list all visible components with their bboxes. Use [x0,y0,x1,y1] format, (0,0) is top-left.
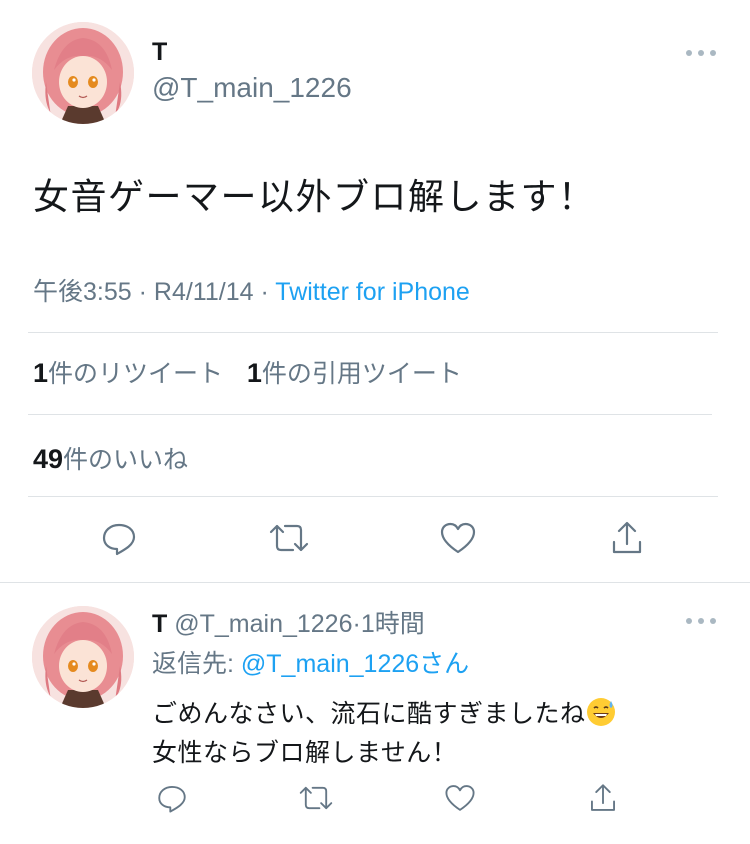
more-options-icon[interactable] [686,48,716,58]
quotes-link[interactable]: 1件の引用ツイート [246,358,462,388]
retweets-link[interactable]: 1件のリツイート [33,358,224,388]
reply-author-handle[interactable]: @T_main_1226 [174,610,352,638]
meta-separator: · [138,278,147,306]
reply-text: ごめんなさい、流石に酷すぎましたね [152,699,586,728]
grinning-sweat-emoji-icon [586,697,616,727]
reply-to-suffix[interactable]: さん [419,650,469,678]
likes-link[interactable]: 49件のいいね [33,440,188,476]
divider [28,496,718,497]
like-button[interactable] [438,778,482,822]
share-button[interactable] [605,518,649,562]
author-avatar[interactable] [32,22,134,124]
divider [28,332,718,333]
retweet-button[interactable] [294,778,338,822]
reply-header: T @T_main_1226·1時間 [152,604,425,640]
heart-icon [438,518,478,562]
retweet-label: 件のリツイート [48,359,224,388]
reply-button[interactable] [97,518,141,562]
reply-author-avatar[interactable] [32,606,134,708]
engagement-counts: 1件のリツイート 1件の引用ツイート [33,354,462,390]
divider [0,582,750,583]
reply-to-handle[interactable]: @T_main_1226 [241,650,419,678]
reply-author-name[interactable]: T [152,610,167,638]
reply-to-label: 返信先: [152,650,234,678]
tweet-meta: 午後3:55 · R4/11/14 · Twitter for iPhone [33,272,470,308]
speech-bubble-icon [99,518,139,562]
author-handle[interactable]: @T_main_1226 [152,72,352,104]
reply-time: 1時間 [360,610,425,638]
meta-separator: · [260,278,269,306]
retweet-button[interactable] [267,518,311,562]
divider [28,414,712,415]
retweet-count: 1 [33,358,49,388]
tweet-time: 午後3:55 [33,278,132,306]
reply-button[interactable] [150,778,194,822]
share-button[interactable] [581,778,625,822]
more-options-icon[interactable] [686,616,716,626]
quote-label: 件の引用ツイート [261,359,462,388]
reply-text-line-2: 女性ならブロ解しません！ [152,738,458,767]
author-name[interactable]: T [152,38,167,67]
share-upload-icon [586,781,620,819]
retweet-arrows-icon [297,781,335,819]
tweet-source-link[interactable]: Twitter for iPhone [275,278,470,306]
like-button[interactable] [436,518,480,562]
tweet-date: R4/11/14 [153,278,254,306]
retweet-arrows-icon [267,518,311,562]
reply-to-line: 返信先: @T_main_1226さん [152,644,469,680]
like-label: 件のいいね [63,445,189,474]
like-count: 49 [33,444,64,474]
reply-text-line-1: ごめんなさい、流石に酷すぎましたね [152,694,616,730]
tweet-text: 女音ゲーマー以外ブロ解します！ [33,177,596,218]
reply-separator: · [352,610,361,638]
heart-icon [443,781,477,819]
share-upload-icon [607,518,647,562]
speech-bubble-icon [155,781,189,819]
quote-count: 1 [246,358,262,388]
